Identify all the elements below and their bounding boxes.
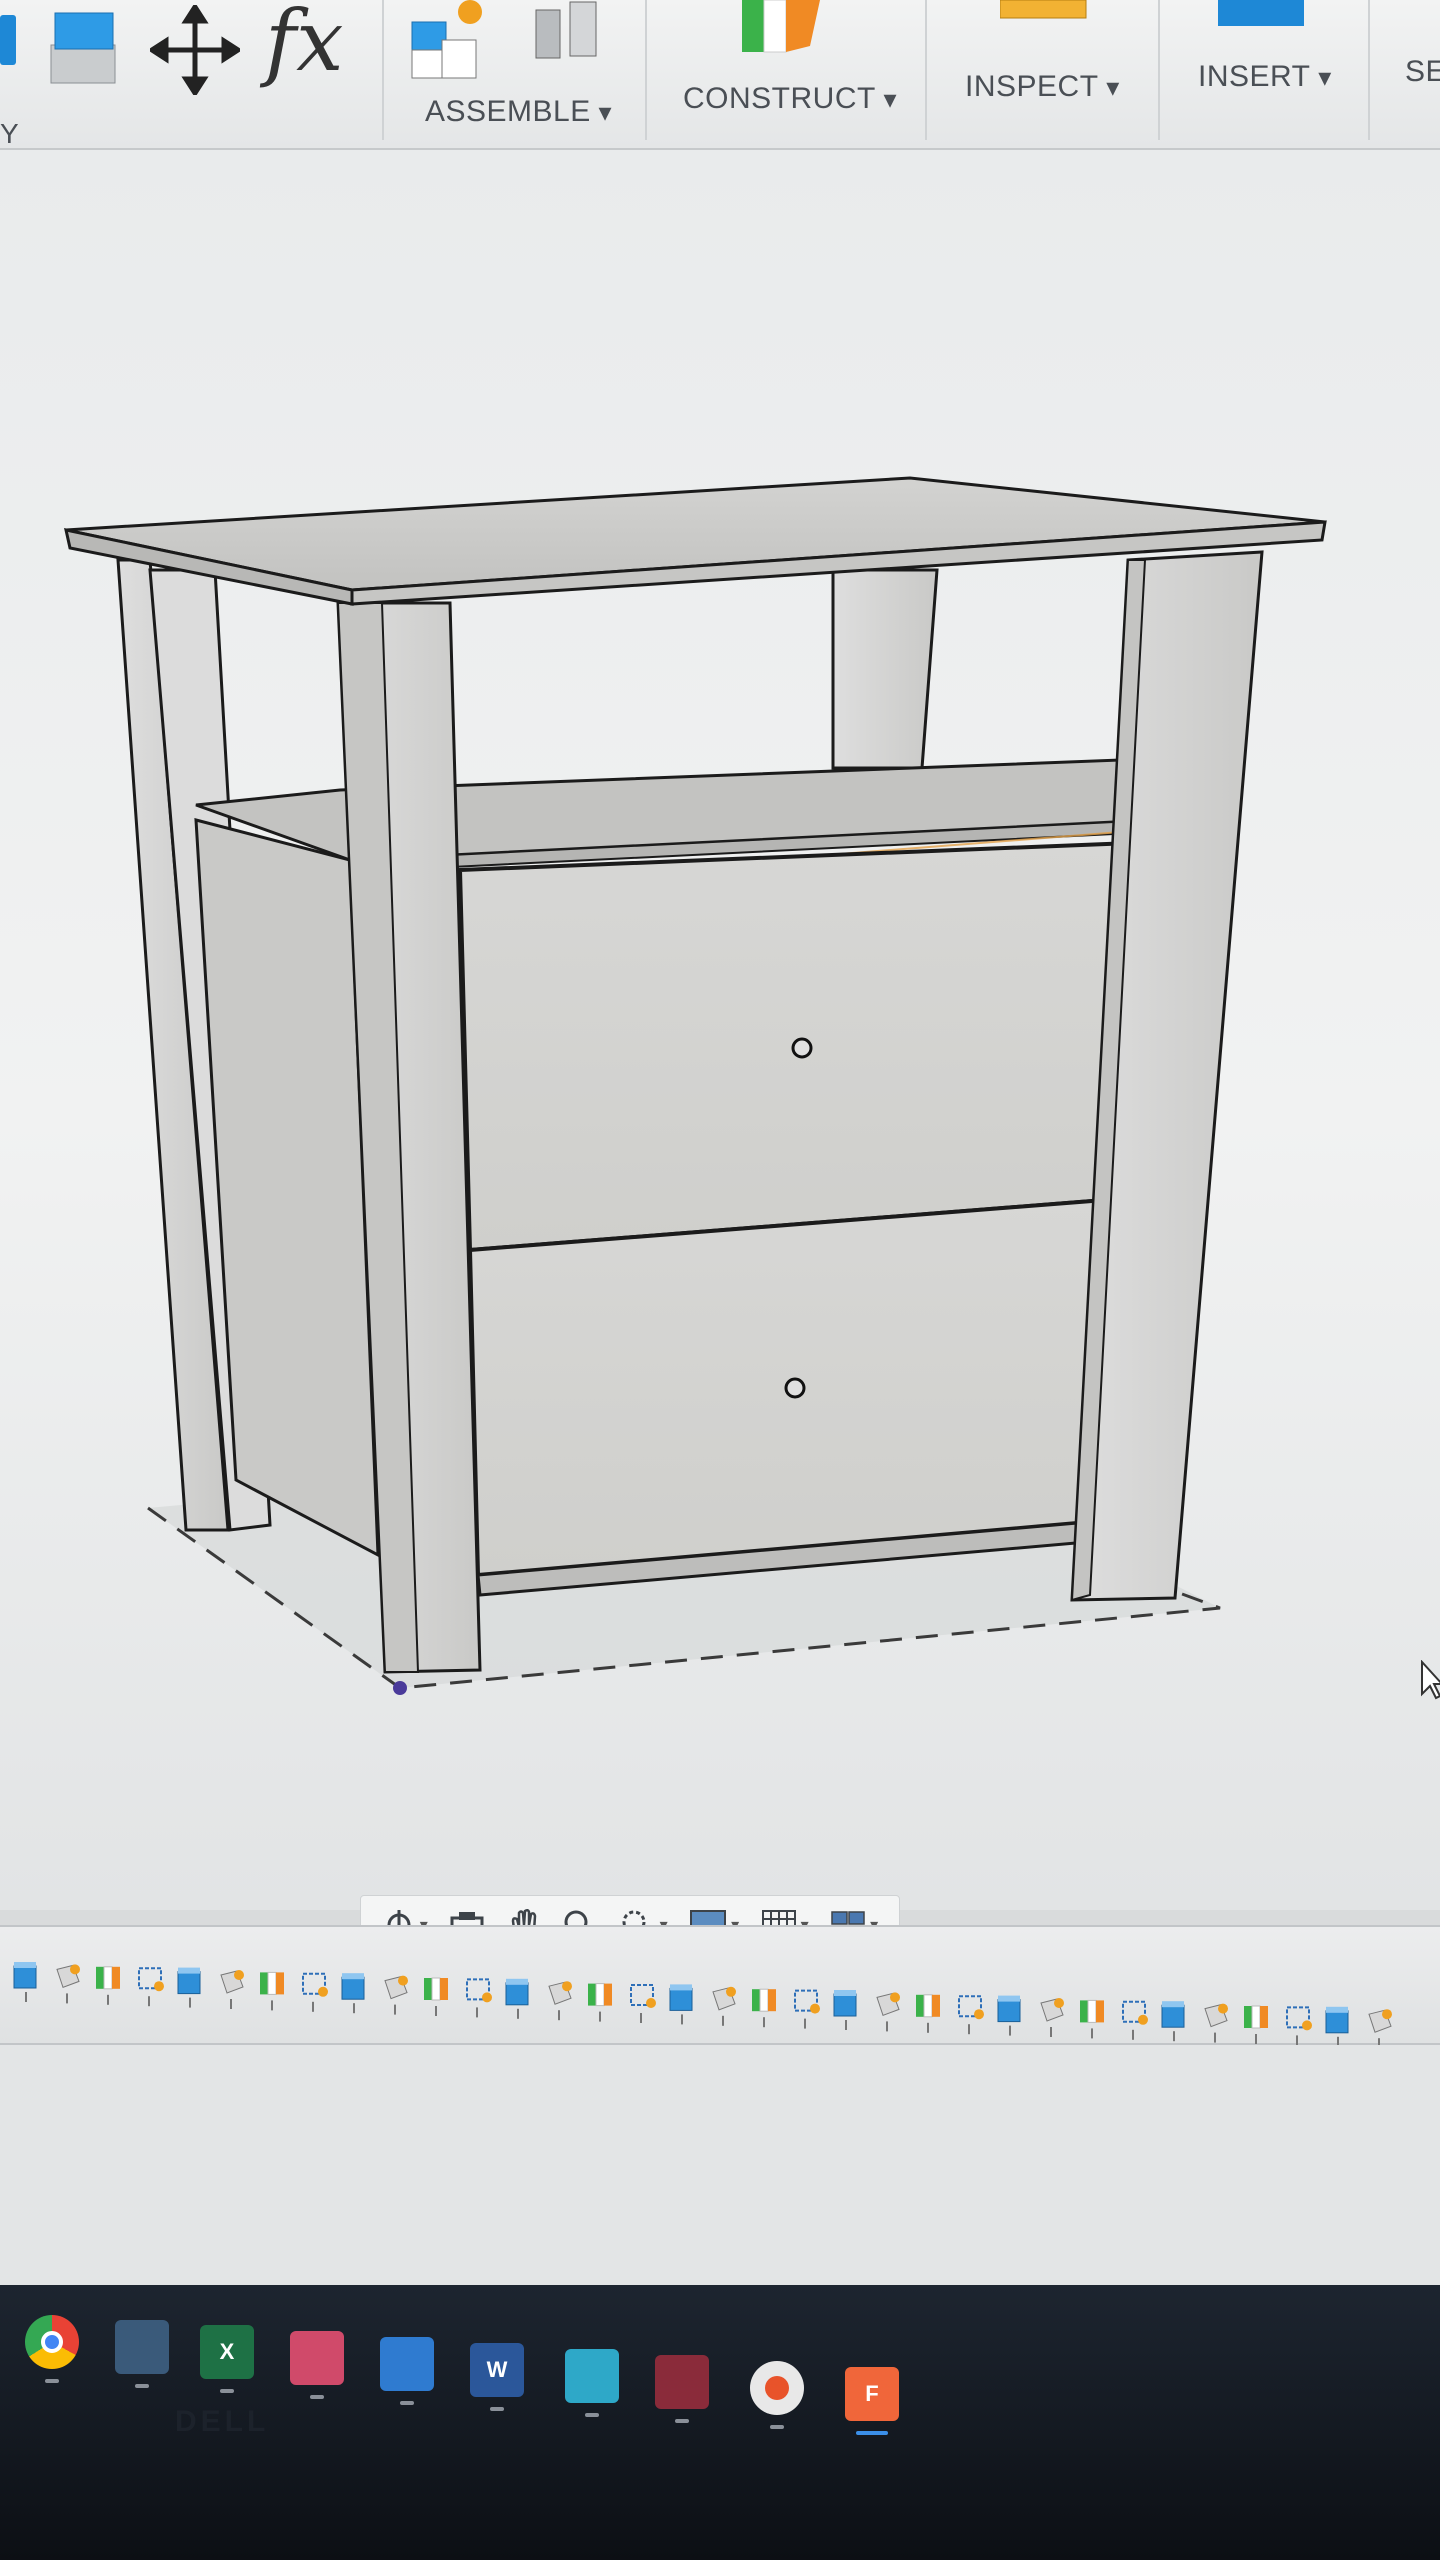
mouse-cursor-icon — [1421, 1660, 1440, 1700]
toolbar-separator — [382, 0, 384, 140]
taskbar-running-indicator — [856, 2431, 888, 2435]
timeline-feature-strip[interactable] — [0, 1927, 1440, 2047]
app-circle-icon[interactable] — [750, 2361, 804, 2415]
new-component-icon[interactable] — [408, 0, 498, 85]
timeline-plane-icon[interactable] — [466, 1978, 492, 2018]
windows-taskbar: X W F DELL — [0, 2285, 1440, 2560]
timeline-sketch-icon[interactable] — [876, 1992, 900, 2032]
timeline-joint-icon[interactable] — [588, 1983, 612, 2022]
design-history-timeline — [0, 1925, 1440, 2047]
modify-dropdown-fragment[interactable]: Y — [0, 118, 19, 150]
taskbar-running-indicator — [220, 2389, 234, 2393]
timeline-joint-icon[interactable] — [260, 1971, 284, 2011]
taskbar-running-indicator — [770, 2425, 784, 2429]
lower-workspace — [0, 2045, 1440, 2285]
timeline-joint-icon[interactable] — [424, 1977, 448, 2016]
fusion360-icon[interactable]: F — [845, 2367, 899, 2421]
inspect-menu[interactable]: INSPECT — [965, 70, 1120, 104]
taskbar-running-indicator — [675, 2419, 689, 2423]
toolbar-separator — [1158, 0, 1160, 140]
timeline-body-icon[interactable] — [1325, 2006, 1349, 2047]
main-toolbar: fx Y ASSEMBLE CONSTRUCT INSPECT INSERT S… — [0, 0, 1440, 150]
timeline-body-icon[interactable] — [669, 1984, 693, 2025]
offset-plane-icon[interactable] — [740, 0, 830, 60]
word-icon[interactable]: W — [470, 2343, 524, 2397]
winrar-icon[interactable] — [655, 2355, 709, 2409]
timeline-plane-icon[interactable] — [302, 1972, 328, 2012]
timeline-body-icon[interactable] — [833, 1990, 857, 2030]
nightstand-model[interactable] — [0, 150, 1440, 1910]
calculator-icon[interactable] — [115, 2320, 169, 2374]
insert-image-icon[interactable] — [1218, 0, 1308, 30]
timeline-joint-icon[interactable] — [1080, 1999, 1104, 2039]
taskbar-running-indicator — [400, 2401, 414, 2405]
photos-icon[interactable] — [380, 2337, 434, 2391]
joint-icon[interactable] — [530, 0, 610, 70]
timeline-body-icon[interactable] — [997, 1995, 1021, 2036]
timeline-plane-icon[interactable] — [958, 1995, 984, 2035]
timeline-joint-icon[interactable] — [916, 1994, 940, 2033]
taskbar-running-indicator — [135, 2384, 149, 2388]
timeline-plane-icon[interactable] — [630, 1984, 656, 2023]
assemble-menu[interactable]: ASSEMBLE — [425, 95, 612, 129]
back-right-leg[interactable] — [831, 568, 939, 770]
timeline-body-icon[interactable] — [13, 1962, 37, 2002]
insert-menu[interactable]: INSERT — [1198, 60, 1332, 94]
taskbar-running-indicator — [45, 2379, 59, 2383]
drawer-knob-bottom[interactable] — [784, 1377, 806, 1399]
timeline-plane-icon[interactable] — [1122, 2000, 1148, 2040]
measure-icon[interactable] — [1000, 0, 1090, 22]
timeline-body-icon[interactable] — [341, 1973, 365, 2014]
timeline-body-icon[interactable] — [1161, 2001, 1185, 2042]
parameters-fx-icon[interactable]: fx — [265, 0, 343, 90]
select-menu[interactable]: SE — [1405, 55, 1440, 89]
timeline-body-icon[interactable] — [505, 1978, 529, 2019]
toolbar-separator — [1368, 0, 1370, 140]
drawer-knob-top[interactable] — [791, 1037, 813, 1059]
design-canvas[interactable] — [0, 150, 1440, 1910]
timeline-joint-icon[interactable] — [752, 1988, 776, 2028]
construct-menu[interactable]: CONSTRUCT — [683, 82, 897, 116]
move-icon[interactable] — [150, 5, 240, 95]
timeline-sketch-icon[interactable] — [56, 1964, 80, 2004]
excel-icon[interactable]: X — [200, 2325, 254, 2379]
timeline-sketch-icon[interactable] — [1040, 1998, 1064, 2037]
snipping-tool-icon[interactable] — [290, 2331, 344, 2385]
taskbar-running-indicator — [310, 2395, 324, 2399]
taskbar-running-indicator — [490, 2407, 504, 2411]
toolbar-separator — [645, 0, 647, 140]
taskbar-running-indicator — [585, 2413, 599, 2417]
timeline-sketch-icon[interactable] — [712, 1986, 736, 2026]
timeline-sketch-icon[interactable] — [548, 1981, 572, 2021]
timeline-body-icon[interactable] — [177, 1967, 201, 2008]
extrude-icon[interactable] — [45, 5, 125, 95]
timeline-plane-icon[interactable] — [138, 1967, 164, 2007]
timeline-plane-icon[interactable] — [794, 1989, 820, 2029]
chrome-icon[interactable] — [25, 2315, 79, 2369]
timeline-sketch-icon[interactable] — [384, 1975, 408, 2015]
timeline-joint-icon[interactable] — [1244, 2005, 1268, 2044]
timeline-sketch-icon[interactable] — [1204, 2003, 1228, 2043]
notepad-icon[interactable] — [565, 2349, 619, 2403]
solid-body-icon[interactable] — [0, 10, 20, 70]
monitor-brand-logo: DELL — [175, 2405, 270, 2438]
timeline-sketch-icon[interactable] — [1368, 2009, 1392, 2047]
timeline-joint-icon[interactable] — [96, 1966, 120, 2005]
toolbar-separator — [925, 0, 927, 140]
timeline-plane-icon[interactable] — [1286, 2006, 1312, 2046]
timeline-sketch-icon[interactable] — [220, 1970, 244, 2009]
